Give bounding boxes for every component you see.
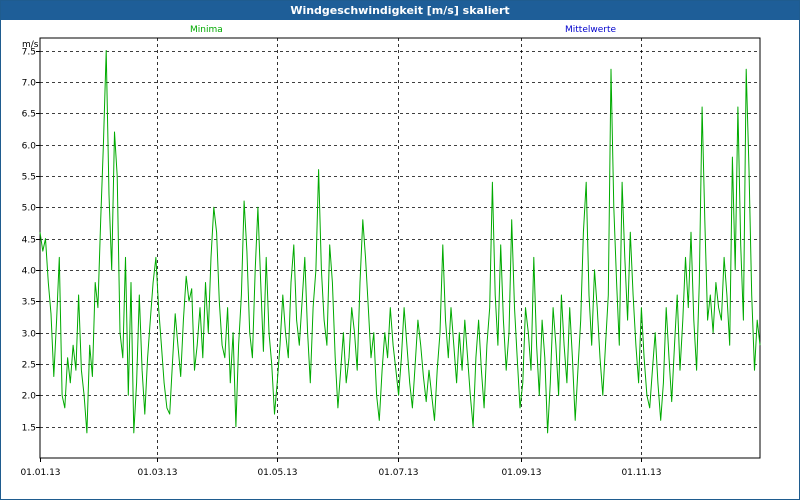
y-tick-label: 2.5	[22, 361, 36, 371]
x-tick-label: 01.11.13	[621, 468, 661, 478]
x-tick-label: 01.07.13	[378, 468, 418, 478]
y-tick-label: 7.0	[22, 79, 37, 89]
y-tick-label: 4.0	[22, 267, 37, 277]
y-axis: 1.5 2.0 2.5 3.0 3.5 4.0 4.5 5.0 5.5 6.0 6.5 7.0 7.5	[22, 48, 40, 434]
x-tick-label: 01.05.13	[257, 468, 297, 478]
y-tick-label: 6.5	[22, 110, 36, 120]
x-tick-label: 01.01.13	[20, 468, 60, 478]
x-tick-label: 01.09.13	[501, 468, 541, 478]
x-tick-label: 01.03.13	[137, 468, 177, 478]
x-axis: 01.01.13 01.03.13 01.05.13 01.07.13 01.09.13…	[20, 458, 662, 478]
plot-area	[39, 37, 761, 459]
y-tick-label: 4.5	[22, 236, 36, 246]
y-tick-label: 7.5	[22, 48, 36, 58]
y-tick-label: 1.5	[22, 424, 36, 434]
y-tick-label: 2.0	[22, 392, 37, 402]
y-tick-label: 6.0	[22, 142, 37, 152]
y-tick-label: 3.5	[22, 298, 36, 308]
wind-speed-chart: 1.52.02.53.03.54.04.55.05.56.06.57.07.5 …	[20, 37, 761, 478]
y-tick-label: 5.0	[22, 204, 37, 214]
y-tick-label: 5.5	[22, 173, 36, 183]
y-tick-label: 3.0	[22, 330, 37, 340]
